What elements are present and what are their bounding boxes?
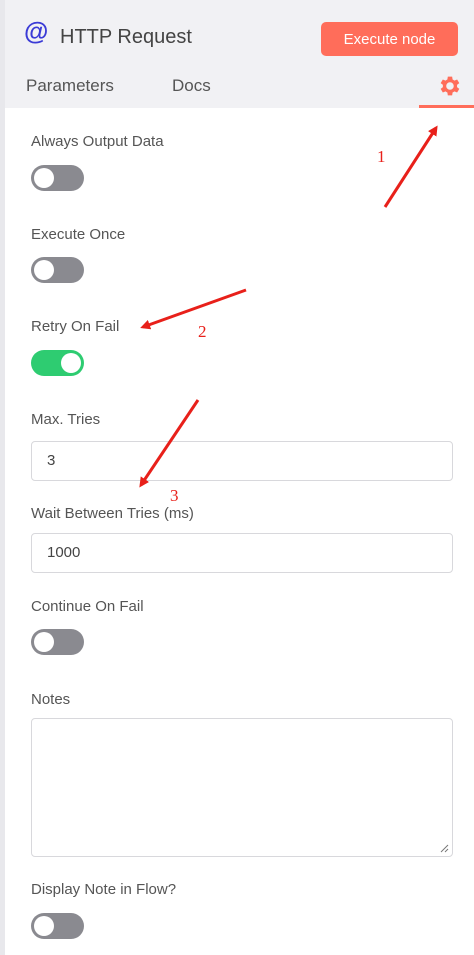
toggle-knob bbox=[34, 260, 54, 280]
wait-between-label: Wait Between Tries (ms) bbox=[31, 505, 194, 522]
panel-left-edge bbox=[0, 0, 5, 955]
toggle-knob bbox=[34, 168, 54, 188]
notes-textarea[interactable] bbox=[31, 718, 453, 857]
always-output-toggle[interactable] bbox=[31, 165, 84, 191]
execute-once-label: Execute Once bbox=[31, 226, 126, 243]
execute-node-button[interactable]: Execute node bbox=[321, 22, 458, 56]
display-note-toggle[interactable] bbox=[31, 913, 84, 939]
retry-on-fail-label: Retry On Fail bbox=[31, 318, 120, 335]
toggle-knob bbox=[34, 632, 54, 652]
gear-icon[interactable] bbox=[436, 73, 462, 99]
annotation-arrow-1 bbox=[383, 125, 438, 208]
execute-once-toggle[interactable] bbox=[31, 257, 84, 283]
always-output-label: Always Output Data bbox=[31, 133, 164, 150]
node-title: HTTP Request bbox=[60, 26, 192, 48]
annotation-number-1: 1 bbox=[377, 147, 386, 166]
toggle-knob bbox=[34, 916, 54, 936]
max-tries-input[interactable]: 3 bbox=[31, 441, 453, 481]
retry-on-fail-toggle[interactable] bbox=[31, 350, 84, 376]
annotation-arrow-2 bbox=[140, 288, 247, 330]
display-note-label: Display Note in Flow? bbox=[31, 881, 177, 898]
tab-docs[interactable]: Docs bbox=[172, 76, 211, 96]
continue-on-fail-toggle[interactable] bbox=[31, 629, 84, 655]
at-sign-icon: @ bbox=[24, 18, 49, 46]
annotation-number-2: 2 bbox=[198, 322, 207, 341]
resize-handle-icon[interactable] bbox=[439, 843, 449, 853]
continue-on-fail-label: Continue On Fail bbox=[31, 598, 144, 615]
active-tab-indicator bbox=[419, 105, 474, 108]
wait-between-input[interactable]: 1000 bbox=[31, 533, 453, 573]
toggle-knob bbox=[61, 353, 81, 373]
max-tries-label: Max. Tries bbox=[31, 411, 101, 428]
annotation-number-3: 3 bbox=[170, 486, 179, 505]
notes-label: Notes bbox=[31, 691, 71, 708]
tab-parameters[interactable]: Parameters bbox=[26, 76, 114, 96]
